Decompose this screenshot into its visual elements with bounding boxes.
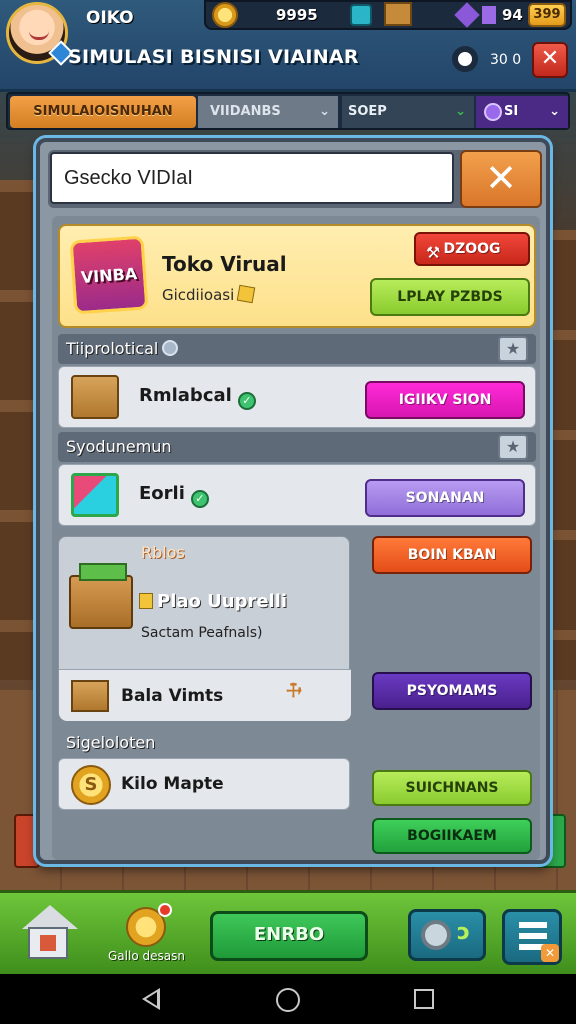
notification-dot: [158, 903, 172, 917]
crate-icon: [71, 680, 109, 712]
price-tag-icon: [139, 593, 153, 609]
featured-subtitle-text: Gicdiioasi: [162, 286, 235, 304]
tool-icon: ⚒: [426, 243, 441, 262]
card-secondary-button[interactable]: PSYOMAMS: [372, 672, 532, 710]
card-tag: Rblos: [141, 543, 185, 562]
crate-icon[interactable]: [384, 2, 412, 26]
info-icon[interactable]: [162, 340, 179, 356]
tab-dropdown-1[interactable]: VIIDANBS ⌄: [198, 96, 338, 128]
featured-play-button[interactable]: LPLAY PZBDS: [370, 278, 530, 316]
coin-icon: S: [71, 765, 111, 805]
chevron-down-icon: ⌄: [319, 104, 330, 119]
section-title: Sigeloloten: [66, 733, 156, 752]
coin-icon: [212, 2, 238, 28]
favorite-star-button[interactable]: ★: [498, 336, 528, 362]
featured-title: Toko Virual: [162, 252, 287, 276]
timer-value: 30 0: [490, 52, 522, 68]
house-body: [28, 927, 68, 959]
store-modal: ✕ VINBA Toko Virual Gicdiioasi ⚒ DZOOG L…: [36, 138, 550, 864]
orb-icon: [484, 103, 502, 121]
close-game-button[interactable]: ✕: [532, 42, 568, 78]
featured-action-button[interactable]: ⚒ DZOOG: [414, 232, 530, 266]
coin-tag-icon: [236, 284, 256, 304]
home-button[interactable]: [20, 901, 78, 961]
game-title: SIMULASI BISNISI VIAINAR: [68, 46, 359, 68]
menu-button[interactable]: ✕: [502, 909, 562, 965]
card-subtitle: Sactam Peafnals): [141, 625, 263, 641]
store-badge-icon: VINBA: [69, 235, 149, 315]
store-shelf-left: [0, 180, 40, 680]
achievement-label: Gallo desasn: [108, 949, 185, 963]
card-title: Plao Uuprelli: [139, 591, 287, 612]
section-header: Syodunemun ★: [58, 432, 536, 462]
coin-action-button[interactable]: SUICHNANS: [372, 770, 532, 806]
card-sub-item[interactable]: Bala Vimts ⚒: [59, 669, 351, 721]
top-bar: OIKO SIMULASI BISNISI VIAINAR 9995 94 39…: [0, 0, 576, 92]
item-title: Rmlabcal ✓: [139, 385, 256, 410]
card-title-text: Plao Uuprelli: [157, 591, 288, 612]
section-header: Sigeloloten: [58, 728, 536, 756]
system-nav-bar: [0, 974, 576, 1024]
home-circle-icon[interactable]: [276, 988, 300, 1012]
tab-special[interactable]: SI ⌄: [476, 96, 568, 128]
settings-button[interactable]: ɔ: [408, 909, 486, 961]
close-modal-button[interactable]: ✕: [460, 150, 542, 208]
product-card[interactable]: Rblos Plao Uuprelli Sactam Peafnals) Bal…: [58, 536, 351, 721]
crate-icon: [71, 375, 119, 419]
gem-shop-icon[interactable]: [350, 4, 372, 26]
item-title-text: Eorli: [139, 483, 185, 504]
gem-count: 94: [502, 6, 523, 24]
bottom-bar: Gallo desasn ENRBO ɔ ✕: [0, 890, 576, 974]
featured-store-card[interactable]: VINBA Toko Virual Gicdiioasi ⚒ DZOOG LPL…: [58, 224, 536, 328]
section-title: Tiiprolotical: [66, 339, 159, 358]
chevron-down-icon: ⌄: [455, 104, 466, 119]
tab-shop[interactable]: SOEP ⌄: [342, 96, 474, 128]
wrench-icon[interactable]: ⚒: [280, 677, 306, 703]
tab-bar: SIMULAIOISNUHAN VIIDANBS ⌄ SOEP ⌄ SI ⌄: [6, 92, 570, 130]
gem-stack-icon: [482, 6, 496, 24]
tab-label: SOEP: [348, 104, 387, 119]
player-name: OIKO: [86, 8, 134, 28]
list-item[interactable]: Rmlabcal ✓ IGIIKV SION: [58, 366, 536, 428]
check-icon: ✓: [237, 392, 256, 410]
check-icon: ✓: [190, 490, 209, 508]
list-item[interactable]: S Kilo Mapte: [58, 758, 350, 810]
coin-secondary-button[interactable]: BOGIIKAEM: [372, 818, 532, 854]
item-action-button[interactable]: SONANAN: [365, 479, 525, 517]
store-shelf-right: [546, 230, 576, 680]
gear-icon: [421, 920, 451, 950]
tab-label: VIIDANBS: [210, 104, 281, 119]
item-title-text: Rmlabcal: [139, 385, 232, 406]
house-icon: [22, 905, 78, 929]
list-item[interactable]: Eorli ✓ SONANAN: [58, 464, 536, 526]
item-title: Eorli ✓: [139, 483, 209, 508]
recent-apps-icon[interactable]: [414, 989, 434, 1009]
item-title: Kilo Mapte: [121, 774, 224, 794]
back-icon[interactable]: [142, 988, 160, 1010]
chevron-down-icon: ⌄: [549, 104, 560, 119]
tab-simulation[interactable]: SIMULAIOISNUHAN: [10, 96, 196, 128]
coin-count: 9995: [276, 6, 318, 24]
section-title: Syodunemun: [66, 437, 172, 456]
timer-icon: [452, 46, 478, 72]
store-list: VINBA Toko Virual Gicdiioasi ⚒ DZOOG LPL…: [52, 216, 540, 860]
search-input[interactable]: [50, 152, 454, 204]
section-label: Tiiprolotical: [66, 339, 179, 358]
cube-icon: [71, 473, 119, 517]
featured-subtitle: Gicdiioasi: [162, 284, 256, 304]
tab-label: SI: [504, 104, 519, 119]
favorite-star-button[interactable]: ★: [498, 434, 528, 460]
bonus-badge[interactable]: 399: [528, 3, 566, 27]
sub-item-title: Bala Vimts: [121, 686, 224, 706]
card-action-button[interactable]: BOIN KBAN: [372, 536, 532, 574]
search-bar: ✕: [48, 150, 542, 208]
close-badge-icon: ✕: [541, 944, 559, 962]
cart-icon: [69, 563, 133, 629]
main-action-button[interactable]: ENRBO: [210, 911, 368, 961]
item-action-button[interactable]: IGIIKV SION: [365, 381, 525, 419]
section-header: Tiiprolotical ★: [58, 334, 536, 364]
button-label: DZOOG: [443, 241, 501, 257]
hook-icon: ɔ: [457, 920, 471, 945]
